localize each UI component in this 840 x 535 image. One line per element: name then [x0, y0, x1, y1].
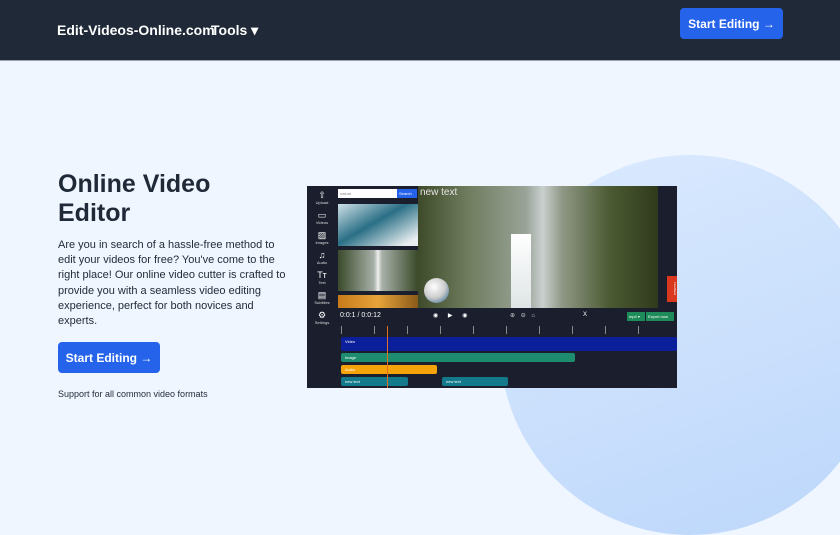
text-track-1: new text: [341, 377, 408, 386]
zoom-in-icon: ⊕: [510, 313, 516, 319]
waterfall: [511, 234, 531, 308]
tools-menu[interactable]: Tools ▾: [211, 22, 258, 39]
playback-controls: ◉ ▶ ◉: [433, 312, 467, 319]
header: Edit-Videos-Online.com Tools ▾ Start Edi…: [0, 0, 840, 61]
audio-track: Audio: [341, 365, 437, 374]
zoom-controls: ⊕ ⊖ ⌂: [510, 312, 535, 319]
page-title: Online Video Editor: [58, 170, 211, 227]
text-track-2: new text: [442, 377, 508, 386]
image-icon: ▨: [317, 230, 327, 240]
support-text: Support for all common video formats: [58, 389, 208, 399]
search-input: nature: [338, 189, 397, 198]
hero-description: Are you in search of a hassle-free metho…: [58, 239, 286, 328]
video-icon: ▭: [317, 210, 327, 220]
prev-icon: ◉: [433, 313, 439, 319]
image-track: Image: [341, 353, 575, 362]
images-item: ▨ Images: [307, 230, 337, 245]
text-icon: Tт: [317, 270, 327, 280]
time-display: 0:0:1 / 0:0:12: [340, 312, 381, 319]
brand-logo[interactable]: Edit-Videos-Online.com: [57, 22, 215, 38]
export-button: Export now: [646, 312, 674, 321]
video-preview: new text: [418, 186, 658, 308]
search-button: Search: [397, 189, 417, 198]
upload-item: ⇧ Upload: [307, 190, 337, 205]
close-icon: X: [583, 312, 588, 318]
music-icon: ♫: [318, 250, 326, 260]
overlay-text: new text: [420, 187, 458, 198]
editor-screenshot: ⇧ Upload ▭ Videos ▨ Images ♫ Audio Tт Text ▤ S…: [307, 186, 677, 388]
format-select: mp4 ▾: [627, 312, 645, 321]
subtitles-icon: ▤: [317, 290, 327, 300]
settings-item: ⚙ Settings: [307, 310, 337, 325]
thumbnail-ice: [338, 204, 418, 246]
header-start-editing-button[interactable]: Start Editing →: [680, 8, 783, 39]
timeline-ruler: [341, 326, 671, 334]
zoom-out-icon: ⊖: [520, 313, 526, 319]
thumbnail-autumn: [338, 295, 418, 308]
fit-icon: ⌂: [531, 313, 536, 319]
thumbnail-waterfall: [338, 250, 418, 291]
playhead: [387, 326, 388, 388]
next-icon: ◉: [462, 313, 468, 319]
soccer-ball: [424, 278, 449, 303]
subtitles-item: ▤ Subtitles: [307, 290, 337, 305]
hero-start-editing-button[interactable]: Start Editing →: [58, 342, 160, 373]
videos-item: ▭ Videos: [307, 210, 337, 225]
video-track: Video: [341, 337, 677, 351]
editor-sidebar: ⇧ Upload ▭ Videos ▨ Images ♫ Audio Tт Text ▤ S…: [307, 186, 337, 336]
text-item: Tт Text: [307, 270, 337, 285]
upload-icon: ⇧: [318, 190, 326, 200]
feedback-tab: Feedback: [667, 276, 677, 302]
audio-item: ♫ Audio: [307, 250, 337, 265]
play-icon: ▶: [447, 313, 453, 319]
gear-icon: ⚙: [317, 310, 327, 320]
